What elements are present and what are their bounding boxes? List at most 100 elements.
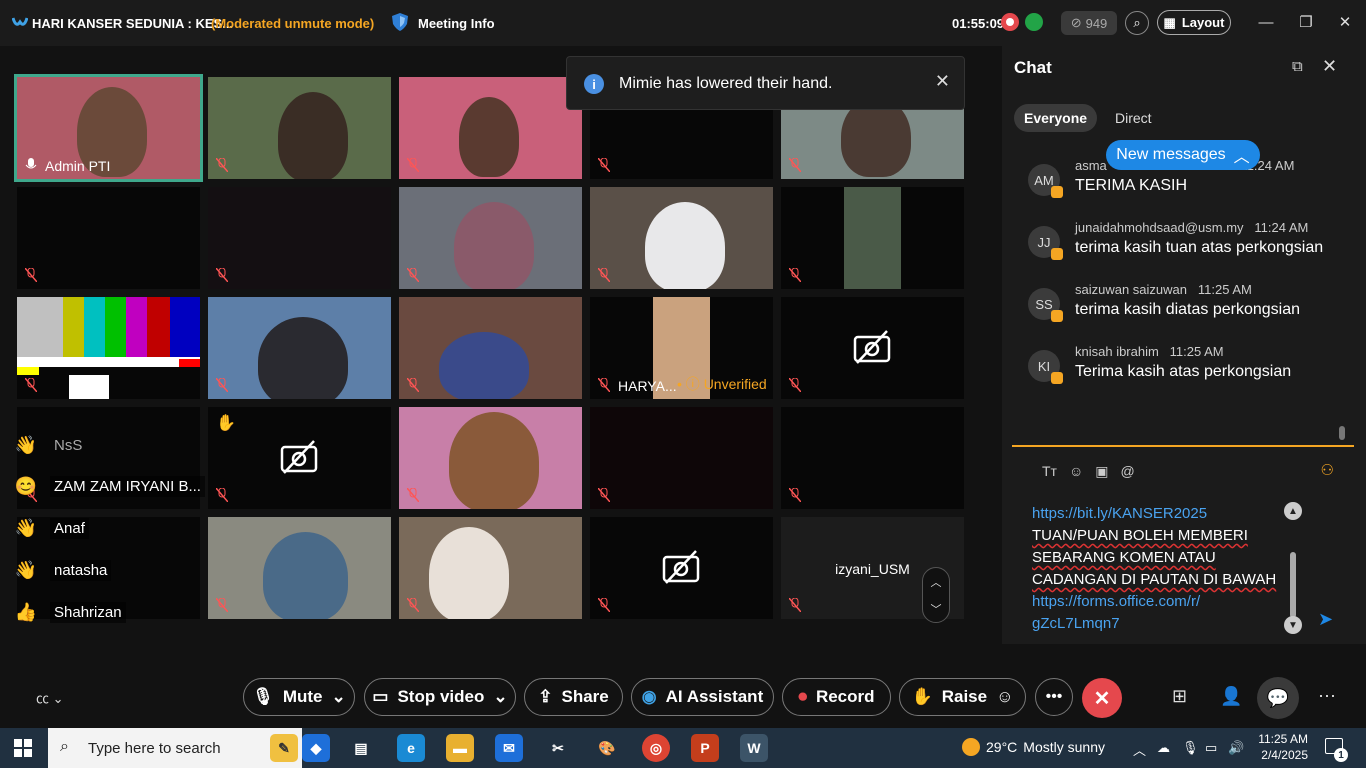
video-tile[interactable] [17,297,200,399]
webex-app-icon[interactable]: W [740,734,768,762]
layout-button[interactable]: ▦ Layout [1157,10,1231,35]
compose-input[interactable]: https://bit.ly/KANSER2025 TUAN/PUAN BOLE… [1032,503,1292,635]
video-tile[interactable] [590,517,773,619]
task-view-icon[interactable]: ▤ [347,734,375,762]
tab-everyone[interactable]: Everyone [1014,104,1098,132]
more-options-icon[interactable]: ••• [1035,678,1073,716]
system-clock[interactable]: 11:25 AM 2/4/2025 [1254,731,1308,763]
close-window-icon[interactable]: ✕ [1335,12,1355,32]
paint-icon[interactable]: 🎨 [593,734,621,762]
video-tile[interactable]: HARYA... • ⓘ Unverified [590,297,773,399]
chevron-up-icon[interactable]: ▲ [1284,502,1302,520]
recipient-icon[interactable]: ⚇ [1321,461,1334,479]
onedrive-icon[interactable]: ☁ [1157,740,1170,756]
chat-toggle-button[interactable]: 💬 [1257,677,1299,719]
ai-assistant-button[interactable]: ◉ AI Assistant [631,678,774,716]
powerpoint-icon[interactable]: P [691,734,719,762]
network-icon[interactable]: ▭ [1205,740,1217,756]
close-chat-icon[interactable]: ✕ [1322,56,1337,77]
share-button[interactable]: ⇪ Share [524,678,623,716]
video-tile[interactable] [17,187,200,289]
video-tile[interactable] [208,517,391,619]
snipping-tool-icon[interactable]: ✂ [544,734,572,762]
mute-button[interactable]: 🎙 Mute ⌄ [243,678,355,716]
video-tile[interactable] [590,407,773,509]
meeting-info-button[interactable]: Meeting Info [418,16,495,31]
chrome-icon[interactable]: ◎ [642,734,670,762]
video-tile[interactable] [208,187,391,289]
copilot-icon[interactable]: ◆ [302,734,330,762]
video-tile[interactable] [781,407,964,509]
chevron-up-icon[interactable]: ︿ [1133,740,1146,759]
network-stats-icon[interactable] [1025,13,1043,31]
mention-icon[interactable]: @ [1121,463,1135,480]
video-tile[interactable]: Admin PTI [14,74,203,182]
record-label: Record [815,687,875,706]
compose-link[interactable]: gZcL7Lmqn7 [1032,613,1292,635]
compose-link[interactable]: https://forms.office.com/r/ [1032,591,1292,613]
raised-hand-item[interactable]: 👋 NsS [12,430,86,460]
chat-compose-box[interactable]: Tт ☺ ▣ @ ⚇ https://bit.ly/KANSER2025 TUA… [1012,447,1354,643]
chevron-down-icon[interactable]: ▼ [1284,616,1302,634]
video-tile[interactable] [399,407,582,509]
reactions-icon[interactable]: ☺ [996,687,1013,707]
new-messages-button[interactable]: New messages ︿ [1106,140,1260,170]
video-tile[interactable] [781,187,964,289]
more-icon[interactable]: ⋯ [1318,686,1336,707]
raised-hand-item[interactable]: 👋 Anaf [12,513,89,543]
restore-icon[interactable]: ❐ [1296,12,1316,32]
emoji-icon[interactable]: ☺ [1069,463,1083,480]
zoom-icon[interactable]: ⌕ [1125,11,1149,35]
tab-direct[interactable]: Direct [1105,104,1162,132]
windows-start-icon[interactable] [14,739,32,757]
shield-icon[interactable] [391,12,409,32]
file-explorer-icon[interactable]: ▬ [446,734,474,762]
raised-hand-item[interactable]: 👋 natasha [12,555,112,585]
new-messages-label: New messages [1116,146,1226,163]
chat-scrollbar[interactable] [1339,426,1345,440]
chevron-up-icon[interactable]: ︿ [931,574,942,590]
chevron-down-icon[interactable]: ﹀ [931,601,942,617]
compose-scrollbar[interactable] [1290,552,1296,618]
taskbar-search[interactable]: ⌕ Type here to search [48,728,302,768]
apps-icon[interactable]: ⊞ [1172,686,1187,707]
participant-count-button[interactable]: ⊘ 949 [1061,11,1117,35]
raised-hand-item[interactable]: 👍 Shahrizan [12,597,126,627]
video-tile[interactable] [781,297,964,399]
search-highlight-icon[interactable]: ✎ [270,734,298,762]
video-tile[interactable] [208,77,391,179]
leave-meeting-button[interactable]: ✕ [1082,678,1122,718]
mic-muted-icon [216,268,228,282]
send-icon[interactable]: ➤ [1318,609,1333,630]
video-tile[interactable] [590,187,773,289]
compose-link[interactable]: https://bit.ly/KANSER2025 [1032,503,1292,525]
gif-icon[interactable]: ▣ [1095,463,1108,480]
volume-icon[interactable]: 🔊 [1228,740,1244,756]
video-tile[interactable] [208,297,391,399]
text-format-icon[interactable]: Tт [1042,463,1057,480]
weather-widget[interactable]: 29°C Mostly sunny [962,738,1105,756]
stop-video-button[interactable]: ▭ Stop video ⌄ [364,678,516,716]
video-tile[interactable]: ✋ [208,407,391,509]
mail-icon[interactable]: ✉ [495,734,523,762]
video-tile[interactable] [399,77,582,179]
chevron-down-icon[interactable]: ⌄ [332,687,346,707]
participants-icon[interactable]: 👤 [1220,686,1242,707]
raise-hand-button[interactable]: ✋ Raise ☺ [899,678,1026,716]
video-tile[interactable] [399,187,582,289]
recording-indicator-icon[interactable] [1001,13,1019,31]
video-tile[interactable] [399,517,582,619]
closed-captions-icon[interactable]: ㏄ ⌄ [36,688,64,707]
video-tile[interactable] [399,297,582,399]
record-button[interactable]: ⏺ Record [782,678,891,716]
mic-muted-icon [598,158,610,172]
minimize-icon[interactable]: — [1256,12,1276,32]
edge-browser-icon[interactable]: e [397,734,425,762]
popout-icon[interactable]: ⧉ [1292,58,1303,75]
clock-time: 11:25 AM [1258,732,1308,746]
microphone-icon[interactable]: 🎙 [1182,740,1199,756]
grid-page-scroller[interactable]: ︿ ﹀ [922,567,950,623]
close-toast-icon[interactable]: ✕ [935,71,950,92]
chevron-down-icon[interactable]: ⌄ [493,687,507,707]
raised-hand-item[interactable]: 😊 ZAM ZAM IRYANI B... [12,471,205,501]
